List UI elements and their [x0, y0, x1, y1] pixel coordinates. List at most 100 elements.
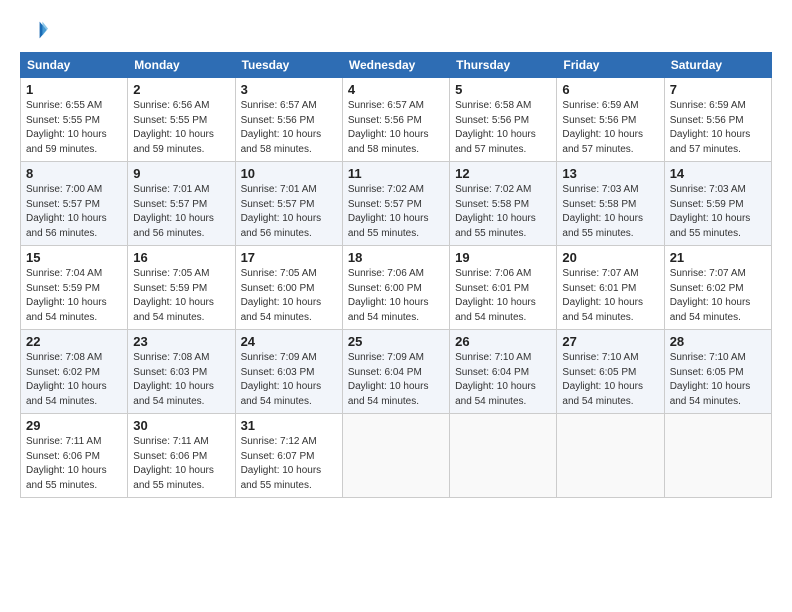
- day-detail: Sunrise: 7:04 AM Sunset: 5:59 PM Dayligh…: [26, 267, 122, 325]
- day-detail: Sunrise: 6:59 AM Sunset: 5:56 PM Dayligh…: [670, 99, 766, 157]
- day-number: 17: [241, 250, 337, 265]
- calendar-cell: [557, 414, 664, 498]
- day-detail: Sunrise: 7:03 AM Sunset: 5:58 PM Dayligh…: [562, 183, 658, 241]
- calendar-cell: 27 Sunrise: 7:10 AM Sunset: 6:05 PM Dayl…: [557, 330, 664, 414]
- day-detail: Sunrise: 6:56 AM Sunset: 5:55 PM Dayligh…: [133, 99, 229, 157]
- day-detail: Sunrise: 7:01 AM Sunset: 5:57 PM Dayligh…: [133, 183, 229, 241]
- day-detail: Sunrise: 7:02 AM Sunset: 5:57 PM Dayligh…: [348, 183, 444, 241]
- calendar-cell: 11 Sunrise: 7:02 AM Sunset: 5:57 PM Dayl…: [342, 162, 449, 246]
- weekday-header-saturday: Saturday: [664, 53, 771, 78]
- day-detail: Sunrise: 7:01 AM Sunset: 5:57 PM Dayligh…: [241, 183, 337, 241]
- logo-icon: [20, 16, 48, 44]
- day-detail: Sunrise: 7:06 AM Sunset: 6:01 PM Dayligh…: [455, 267, 551, 325]
- day-number: 20: [562, 250, 658, 265]
- day-number: 15: [26, 250, 122, 265]
- day-number: 14: [670, 166, 766, 181]
- day-number: 4: [348, 82, 444, 97]
- day-number: 27: [562, 334, 658, 349]
- day-number: 29: [26, 418, 122, 433]
- weekday-header-wednesday: Wednesday: [342, 53, 449, 78]
- calendar-cell: 17 Sunrise: 7:05 AM Sunset: 6:00 PM Dayl…: [235, 246, 342, 330]
- day-detail: Sunrise: 6:57 AM Sunset: 5:56 PM Dayligh…: [241, 99, 337, 157]
- calendar-cell: 13 Sunrise: 7:03 AM Sunset: 5:58 PM Dayl…: [557, 162, 664, 246]
- calendar-cell: 5 Sunrise: 6:58 AM Sunset: 5:56 PM Dayli…: [450, 78, 557, 162]
- calendar-cell: 20 Sunrise: 7:07 AM Sunset: 6:01 PM Dayl…: [557, 246, 664, 330]
- calendar-cell: 8 Sunrise: 7:00 AM Sunset: 5:57 PM Dayli…: [21, 162, 128, 246]
- day-number: 25: [348, 334, 444, 349]
- calendar-cell: 30 Sunrise: 7:11 AM Sunset: 6:06 PM Dayl…: [128, 414, 235, 498]
- day-detail: Sunrise: 7:07 AM Sunset: 6:02 PM Dayligh…: [670, 267, 766, 325]
- week-row-4: 22 Sunrise: 7:08 AM Sunset: 6:02 PM Dayl…: [21, 330, 772, 414]
- day-number: 13: [562, 166, 658, 181]
- day-number: 9: [133, 166, 229, 181]
- page-header: [20, 16, 772, 44]
- day-detail: Sunrise: 7:10 AM Sunset: 6:05 PM Dayligh…: [562, 351, 658, 409]
- day-detail: Sunrise: 7:11 AM Sunset: 6:06 PM Dayligh…: [26, 435, 122, 493]
- calendar-cell: 4 Sunrise: 6:57 AM Sunset: 5:56 PM Dayli…: [342, 78, 449, 162]
- day-number: 28: [670, 334, 766, 349]
- calendar-cell: 22 Sunrise: 7:08 AM Sunset: 6:02 PM Dayl…: [21, 330, 128, 414]
- day-detail: Sunrise: 7:07 AM Sunset: 6:01 PM Dayligh…: [562, 267, 658, 325]
- day-number: 8: [26, 166, 122, 181]
- day-number: 31: [241, 418, 337, 433]
- day-detail: Sunrise: 7:06 AM Sunset: 6:00 PM Dayligh…: [348, 267, 444, 325]
- day-detail: Sunrise: 7:10 AM Sunset: 6:05 PM Dayligh…: [670, 351, 766, 409]
- calendar-cell: 7 Sunrise: 6:59 AM Sunset: 5:56 PM Dayli…: [664, 78, 771, 162]
- calendar-cell: 14 Sunrise: 7:03 AM Sunset: 5:59 PM Dayl…: [664, 162, 771, 246]
- day-number: 2: [133, 82, 229, 97]
- day-detail: Sunrise: 7:09 AM Sunset: 6:03 PM Dayligh…: [241, 351, 337, 409]
- calendar-cell: 6 Sunrise: 6:59 AM Sunset: 5:56 PM Dayli…: [557, 78, 664, 162]
- calendar-cell: 25 Sunrise: 7:09 AM Sunset: 6:04 PM Dayl…: [342, 330, 449, 414]
- day-detail: Sunrise: 6:59 AM Sunset: 5:56 PM Dayligh…: [562, 99, 658, 157]
- day-detail: Sunrise: 7:05 AM Sunset: 5:59 PM Dayligh…: [133, 267, 229, 325]
- week-row-3: 15 Sunrise: 7:04 AM Sunset: 5:59 PM Dayl…: [21, 246, 772, 330]
- calendar-cell: 24 Sunrise: 7:09 AM Sunset: 6:03 PM Dayl…: [235, 330, 342, 414]
- weekday-header-row: SundayMondayTuesdayWednesdayThursdayFrid…: [21, 53, 772, 78]
- day-number: 11: [348, 166, 444, 181]
- calendar-cell: 12 Sunrise: 7:02 AM Sunset: 5:58 PM Dayl…: [450, 162, 557, 246]
- calendar-cell: 31 Sunrise: 7:12 AM Sunset: 6:07 PM Dayl…: [235, 414, 342, 498]
- day-number: 12: [455, 166, 551, 181]
- weekday-header-tuesday: Tuesday: [235, 53, 342, 78]
- calendar-cell: 29 Sunrise: 7:11 AM Sunset: 6:06 PM Dayl…: [21, 414, 128, 498]
- day-detail: Sunrise: 6:55 AM Sunset: 5:55 PM Dayligh…: [26, 99, 122, 157]
- day-number: 5: [455, 82, 551, 97]
- calendar-cell: [342, 414, 449, 498]
- logo: [20, 16, 52, 44]
- day-number: 7: [670, 82, 766, 97]
- day-detail: Sunrise: 7:08 AM Sunset: 6:02 PM Dayligh…: [26, 351, 122, 409]
- day-detail: Sunrise: 7:00 AM Sunset: 5:57 PM Dayligh…: [26, 183, 122, 241]
- day-number: 3: [241, 82, 337, 97]
- calendar-cell: 3 Sunrise: 6:57 AM Sunset: 5:56 PM Dayli…: [235, 78, 342, 162]
- week-row-5: 29 Sunrise: 7:11 AM Sunset: 6:06 PM Dayl…: [21, 414, 772, 498]
- day-number: 30: [133, 418, 229, 433]
- day-detail: Sunrise: 7:03 AM Sunset: 5:59 PM Dayligh…: [670, 183, 766, 241]
- day-number: 6: [562, 82, 658, 97]
- day-number: 16: [133, 250, 229, 265]
- day-number: 24: [241, 334, 337, 349]
- day-number: 22: [26, 334, 122, 349]
- day-number: 26: [455, 334, 551, 349]
- day-detail: Sunrise: 7:09 AM Sunset: 6:04 PM Dayligh…: [348, 351, 444, 409]
- day-number: 21: [670, 250, 766, 265]
- day-detail: Sunrise: 7:12 AM Sunset: 6:07 PM Dayligh…: [241, 435, 337, 493]
- calendar-table: SundayMondayTuesdayWednesdayThursdayFrid…: [20, 52, 772, 498]
- weekday-header-friday: Friday: [557, 53, 664, 78]
- day-detail: Sunrise: 7:05 AM Sunset: 6:00 PM Dayligh…: [241, 267, 337, 325]
- week-row-1: 1 Sunrise: 6:55 AM Sunset: 5:55 PM Dayli…: [21, 78, 772, 162]
- day-detail: Sunrise: 7:02 AM Sunset: 5:58 PM Dayligh…: [455, 183, 551, 241]
- calendar-cell: 28 Sunrise: 7:10 AM Sunset: 6:05 PM Dayl…: [664, 330, 771, 414]
- calendar-cell: 21 Sunrise: 7:07 AM Sunset: 6:02 PM Dayl…: [664, 246, 771, 330]
- calendar-cell: 9 Sunrise: 7:01 AM Sunset: 5:57 PM Dayli…: [128, 162, 235, 246]
- calendar-cell: 26 Sunrise: 7:10 AM Sunset: 6:04 PM Dayl…: [450, 330, 557, 414]
- weekday-header-monday: Monday: [128, 53, 235, 78]
- day-detail: Sunrise: 7:10 AM Sunset: 6:04 PM Dayligh…: [455, 351, 551, 409]
- calendar-cell: 10 Sunrise: 7:01 AM Sunset: 5:57 PM Dayl…: [235, 162, 342, 246]
- day-detail: Sunrise: 7:08 AM Sunset: 6:03 PM Dayligh…: [133, 351, 229, 409]
- day-number: 19: [455, 250, 551, 265]
- calendar-cell: [664, 414, 771, 498]
- day-number: 10: [241, 166, 337, 181]
- weekday-header-thursday: Thursday: [450, 53, 557, 78]
- calendar-cell: 19 Sunrise: 7:06 AM Sunset: 6:01 PM Dayl…: [450, 246, 557, 330]
- day-number: 23: [133, 334, 229, 349]
